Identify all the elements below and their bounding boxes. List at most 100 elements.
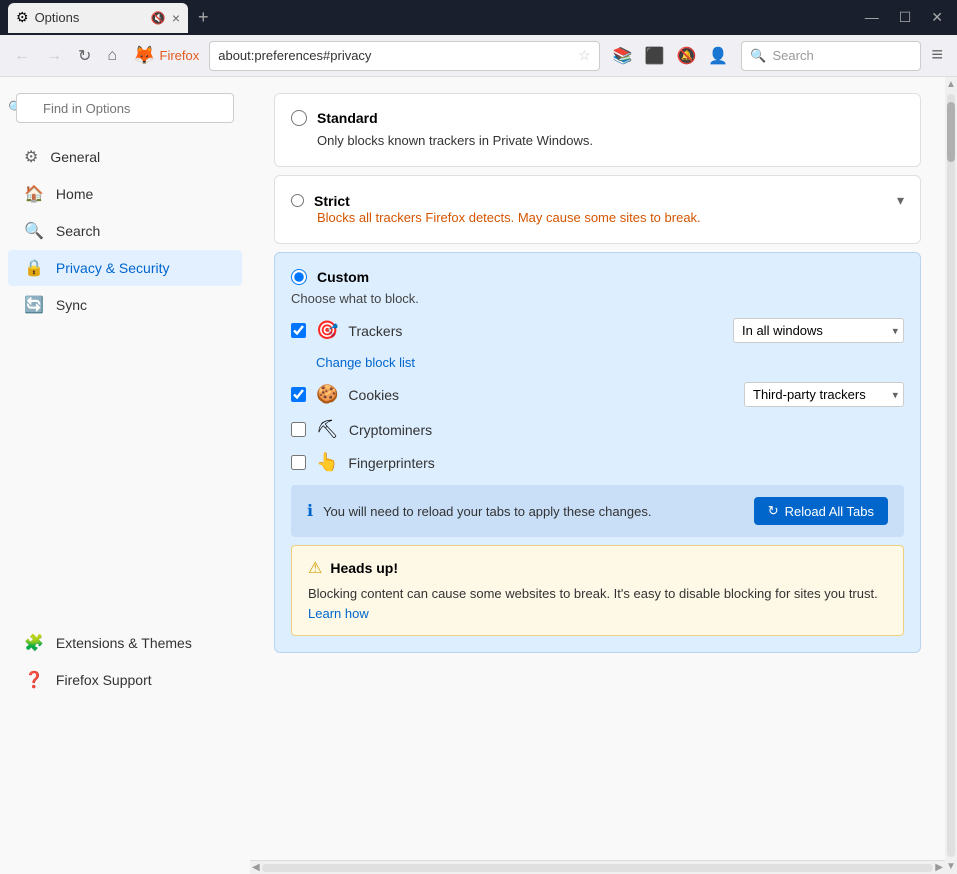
cookies-checkbox[interactable] — [291, 387, 306, 402]
sidebar-item-general-label: General — [50, 149, 100, 165]
warning-icon: ⚠ — [308, 558, 322, 578]
gear-icon: ⚙ — [24, 147, 38, 167]
main-content: Standard Only blocks known trackers in P… — [250, 77, 945, 874]
strict-card: Strict ▾ Blocks all trackers Firefox det… — [274, 175, 921, 244]
fingerprinters-icon: 👆 — [316, 452, 338, 473]
puzzle-icon: 🧩 — [24, 633, 44, 653]
new-tab-button[interactable]: + — [192, 7, 215, 28]
scroll-right-button[interactable]: ▶ — [935, 862, 943, 873]
sidebar-item-search[interactable]: 🔍 Search — [8, 213, 242, 249]
sidebar-item-support-label: Firefox Support — [56, 672, 152, 688]
find-options: 🔍 — [16, 93, 234, 123]
reload-button[interactable]: ↻ — [72, 42, 97, 70]
heads-up-header: ⚠ Heads up! — [308, 558, 887, 578]
scroll-track[interactable] — [947, 94, 955, 857]
url-text: about:preferences#privacy — [218, 48, 572, 63]
custom-subtitle: Choose what to block. — [291, 291, 904, 306]
url-bar[interactable]: about:preferences#privacy ☆ — [209, 41, 599, 71]
account-icon[interactable]: 👤 — [703, 42, 733, 70]
sidebar-item-search-label: Search — [56, 223, 100, 239]
vertical-scrollbar[interactable]: ▲ ▼ — [945, 77, 957, 874]
firefox-label: Firefox — [160, 48, 200, 63]
home-button[interactable]: ⌂ — [101, 43, 123, 69]
tab-close-button[interactable]: × — [172, 10, 180, 26]
change-block-list-link[interactable]: Change block list — [316, 355, 904, 370]
minimize-button[interactable]: — — [859, 7, 885, 28]
horizontal-scrollbar[interactable]: ◀ ▶ — [250, 860, 945, 874]
trackers-checkbox[interactable] — [291, 323, 306, 338]
sync-icon: 🔄 — [24, 295, 44, 315]
reload-text: You will need to reload your tabs to app… — [323, 504, 744, 519]
standard-header: Standard — [291, 110, 904, 126]
sidebar: 🔍 ⚙ General 🏠 Home 🔍 Search 🔒 Privacy & … — [0, 77, 250, 874]
heads-up-text: Blocking content can cause some websites… — [308, 584, 887, 623]
strict-description: Blocks all trackers Firefox detects. May… — [317, 209, 904, 227]
cookies-dropdown-wrapper: Third-party trackers All third-party coo… — [744, 382, 904, 407]
menu-button[interactable]: ≡ — [925, 40, 949, 71]
standard-description: Only blocks known trackers in Private Wi… — [317, 132, 904, 150]
search-bar[interactable]: 🔍 Search — [741, 41, 921, 71]
home-icon: 🏠 — [24, 184, 44, 204]
help-icon: ❓ — [24, 670, 44, 690]
trackers-icon: 🎯 — [316, 320, 338, 341]
forward-button[interactable]: → — [40, 43, 68, 69]
active-tab[interactable]: ⚙ Options 🔇 × — [8, 3, 188, 33]
custom-card: Custom Choose what to block. 🎯 Trackers … — [274, 252, 921, 653]
custom-radio[interactable] — [291, 269, 307, 285]
find-options-input[interactable] — [16, 93, 234, 123]
firefox-logo: 🦊 Firefox — [127, 45, 205, 66]
h-scroll-track[interactable] — [262, 864, 934, 872]
strict-collapse-arrow[interactable]: ▾ — [897, 192, 904, 209]
strict-radio[interactable] — [291, 194, 304, 207]
heads-up-banner: ⚠ Heads up! Blocking content can cause s… — [291, 545, 904, 636]
lock-icon: 🔒 — [24, 258, 44, 278]
sidebar-item-extensions[interactable]: 🧩 Extensions & Themes — [8, 625, 242, 661]
fingerprinters-row: 👆 Fingerprinters — [291, 452, 904, 473]
mute-icon[interactable]: 🔕 — [671, 42, 701, 70]
cryptominers-label: Cryptominers — [349, 422, 904, 438]
library-icon[interactable]: 📚 — [608, 42, 638, 70]
cryptominers-checkbox[interactable] — [291, 422, 306, 437]
sidebar-item-extensions-label: Extensions & Themes — [56, 635, 192, 651]
toolbar-icons: 📚 ⬛ 🔕 👤 — [608, 42, 734, 70]
find-options-wrapper: 🔍 — [0, 93, 250, 123]
back-button[interactable]: ← — [8, 43, 36, 69]
standard-radio[interactable] — [291, 110, 307, 126]
tab-title: Options — [35, 10, 145, 25]
cookies-row: 🍪 Cookies Third-party trackers All third… — [291, 382, 904, 407]
scroll-thumb[interactable] — [947, 102, 955, 162]
sidebar-item-home[interactable]: 🏠 Home — [8, 176, 242, 212]
close-button[interactable]: ✕ — [925, 7, 949, 28]
strict-header-left: Strict — [291, 193, 350, 209]
search-nav-icon: 🔍 — [24, 221, 44, 241]
sidebar-item-home-label: Home — [56, 186, 93, 202]
sidebar-item-support[interactable]: ❓ Firefox Support — [8, 662, 242, 698]
sidebar-item-privacy-label: Privacy & Security — [56, 260, 170, 276]
learn-how-link[interactable]: Learn how — [308, 606, 369, 621]
reload-all-tabs-button[interactable]: ↻ Reload All Tabs — [754, 497, 888, 525]
sidebar-item-privacy[interactable]: 🔒 Privacy & Security — [8, 250, 242, 286]
fingerprinters-checkbox[interactable] — [291, 455, 306, 470]
trackers-dropdown[interactable]: In all windows Only in private windows — [733, 318, 904, 343]
title-bar: ⚙ Options 🔇 × + — ☐ ✕ — [0, 0, 957, 35]
standard-label: Standard — [317, 110, 378, 126]
sidebar-item-general[interactable]: ⚙ General — [8, 139, 242, 175]
tab-muted-icon[interactable]: 🔇 — [151, 11, 166, 25]
sidebar-item-sync-label: Sync — [56, 297, 87, 313]
fingerprinters-label: Fingerprinters — [348, 455, 904, 471]
reload-btn-label: Reload All Tabs — [785, 504, 874, 519]
trackers-label: Trackers — [348, 323, 723, 339]
strict-header: Strict ▾ — [291, 192, 904, 209]
sidebar-icon[interactable]: ⬛ — [640, 42, 670, 70]
cookies-icon: 🍪 — [316, 384, 338, 405]
cookies-dropdown[interactable]: Third-party trackers All third-party coo… — [744, 382, 904, 407]
scroll-left-button[interactable]: ◀ — [252, 862, 260, 873]
sidebar-item-sync[interactable]: 🔄 Sync — [8, 287, 242, 323]
maximize-button[interactable]: ☐ — [893, 7, 918, 28]
cryptominers-row: ⛏ Cryptominers — [291, 419, 904, 440]
scroll-up-button[interactable]: ▲ — [944, 77, 957, 92]
custom-header: Custom — [291, 269, 904, 285]
bookmark-icon[interactable]: ☆ — [578, 47, 591, 64]
scroll-down-button[interactable]: ▼ — [944, 859, 957, 874]
trackers-dropdown-wrapper: In all windows Only in private windows ▾ — [733, 318, 904, 343]
